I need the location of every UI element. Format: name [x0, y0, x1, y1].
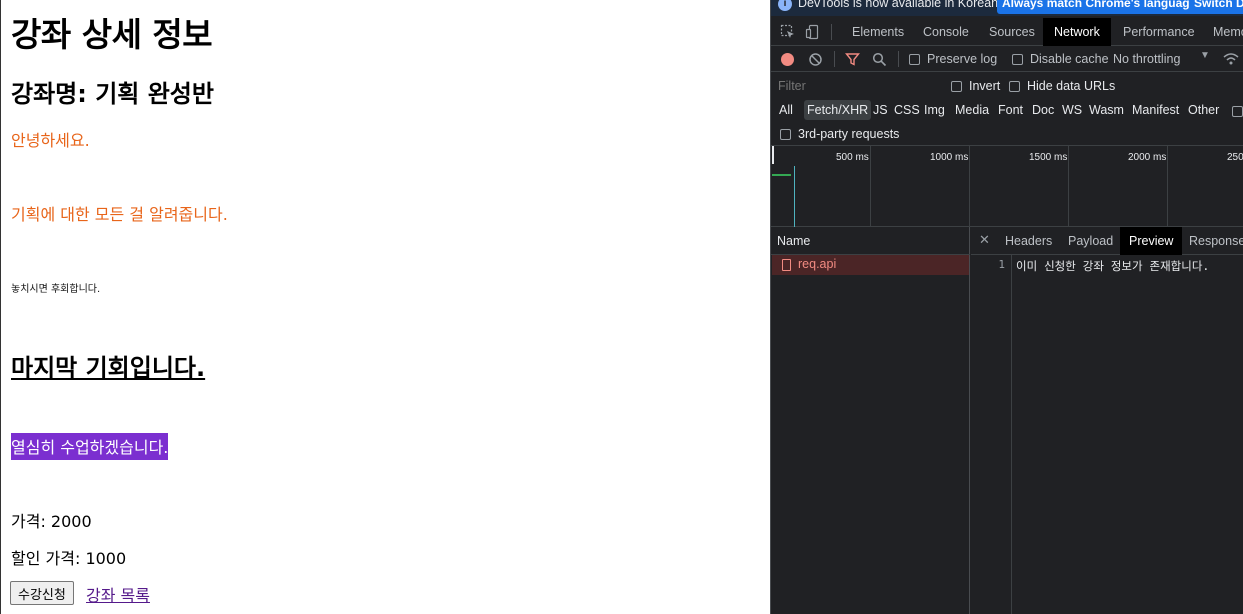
filter-type-img[interactable]: Img [921, 100, 948, 120]
tab-response[interactable]: Response [1180, 227, 1243, 255]
discount-price-text: 할인 가격: 1000 [11, 549, 127, 568]
intro-text: 기획에 대한 모든 걸 알려줍니다. [11, 205, 228, 224]
filter-type-ws[interactable]: WS [1059, 100, 1085, 120]
filter-icon[interactable] [845, 52, 860, 67]
divider [831, 24, 832, 40]
disable-cache-checkbox[interactable] [1012, 52, 1023, 66]
filter-type-manifest[interactable]: Manifest [1129, 100, 1182, 120]
request-bar [772, 174, 791, 176]
page-title: 강좌 상세 정보 [11, 15, 213, 54]
divider [898, 51, 899, 67]
record-icon[interactable] [781, 53, 794, 66]
tab-headers[interactable]: Headers [996, 227, 1061, 255]
response-preview-text: 이미 신청한 강좌 정보가 존재합니다. [1016, 259, 1210, 273]
tick-label: 1000 ms [930, 152, 969, 163]
clear-icon[interactable] [808, 52, 823, 67]
devtools-panel: i DevTools is now available in Korean! A… [770, 0, 1243, 614]
timeline-cursor [772, 146, 774, 164]
third-party-checkbox[interactable] [780, 127, 791, 141]
tick-line [870, 146, 871, 227]
throttling-select[interactable]: No throttling [1113, 52, 1180, 66]
tick-label: 250 [1227, 152, 1243, 163]
invert-checkbox[interactable] [951, 79, 962, 93]
request-name: req.api [798, 257, 837, 271]
filter-type-doc[interactable]: Doc [1029, 100, 1057, 120]
blocked-requests-checkbox[interactable] [1232, 104, 1243, 118]
greeting-text: 안녕하세요. [11, 131, 90, 150]
infobar-message: DevTools is now available in Korean! [798, 0, 1002, 10]
line-number-gutter: 1 [971, 255, 1012, 614]
tick-line [969, 146, 970, 227]
preserve-log-checkbox[interactable] [909, 52, 920, 66]
network-timeline[interactable]: 500 ms 1000 ms 1500 ms 2000 ms 250 [771, 146, 1243, 227]
filter-bar: Invert Hide data URLs All Fetch/XHR JS C… [771, 72, 1243, 146]
dom-content-loaded-marker [794, 166, 795, 227]
always-match-language-button[interactable]: Always match Chrome's language [997, 0, 1202, 14]
detail-tabbar: ✕ Headers Payload Preview Response [971, 227, 1243, 255]
hide-data-urls-checkbox[interactable] [1009, 79, 1020, 93]
devtools-tabbar: Elements Console Sources Network Perform… [771, 18, 1243, 46]
document-icon [782, 259, 791, 271]
search-icon[interactable] [872, 52, 887, 67]
invert-label: Invert [969, 79, 1001, 93]
highlight-text: 열심히 수업하겠습니다. [11, 433, 169, 460]
tab-memory[interactable]: Memo [1202, 18, 1243, 46]
divider [834, 51, 835, 67]
filter-type-all[interactable]: All [776, 100, 796, 120]
hide-data-urls-label: Hide data URLs [1027, 79, 1116, 93]
filter-type-media[interactable]: Media [952, 100, 992, 120]
third-party-label: 3rd-party requests [798, 127, 900, 141]
tab-sources[interactable]: Sources [978, 18, 1046, 46]
tab-network[interactable]: Network [1043, 18, 1111, 46]
inspect-element-icon[interactable] [780, 24, 796, 40]
tab-preview[interactable]: Preview [1120, 227, 1183, 255]
tick-label: 2000 ms [1128, 152, 1167, 163]
course-title: 강좌명: 기획 완성반 [11, 80, 214, 108]
language-infobar: i DevTools is now available in Korean! A… [771, 0, 1243, 16]
network-toolbar: Preserve log Disable cache No throttling… [771, 46, 1243, 72]
tick-label: 1500 ms [1029, 152, 1068, 163]
filter-type-js[interactable]: JS [870, 100, 891, 120]
tab-performance[interactable]: Performance [1112, 18, 1206, 46]
enroll-button[interactable]: 수강신청 [10, 581, 74, 605]
filter-type-fetch-xhr[interactable]: Fetch/XHR [804, 100, 872, 120]
request-detail-panel: ✕ Headers Payload Preview Response 1 이미 … [971, 227, 1243, 614]
line-number: 1 [998, 258, 1005, 271]
filter-input[interactable] [775, 76, 939, 96]
small-note-text: 놓치시면 후회합니다. [11, 284, 101, 295]
tab-console[interactable]: Console [912, 18, 980, 46]
filter-type-other[interactable]: Other [1185, 100, 1222, 120]
filter-type-css[interactable]: CSS [891, 100, 923, 120]
tab-payload[interactable]: Payload [1059, 227, 1122, 255]
filter-type-font[interactable]: Font [995, 100, 1026, 120]
device-toolbar-icon[interactable] [805, 24, 821, 40]
tick-line [1068, 146, 1069, 227]
info-icon: i [778, 0, 792, 11]
tab-elements[interactable]: Elements [841, 18, 915, 46]
course-detail-page: 강좌 상세 정보 강좌명: 기획 완성반 안녕하세요. 기획에 대한 모든 걸 … [0, 0, 770, 614]
course-list-link[interactable]: 강좌 목록 [86, 582, 150, 606]
tick-label: 500 ms [836, 152, 869, 163]
request-row[interactable]: req.api [772, 255, 969, 275]
price-text: 가격: 2000 [11, 512, 92, 531]
preserve-log-label: Preserve log [927, 52, 998, 66]
tick-line [1167, 146, 1168, 227]
switch-language-button[interactable]: Switch De [1189, 0, 1243, 14]
disable-cache-label: Disable cache [1030, 52, 1109, 66]
filter-type-wasm[interactable]: Wasm [1086, 100, 1127, 120]
close-icon[interactable]: ✕ [979, 232, 990, 248]
name-column-header[interactable]: Name [771, 227, 970, 255]
request-list: Name req.api [771, 227, 970, 614]
network-conditions-icon[interactable] [1222, 52, 1240, 66]
last-chance-heading: 마지막 기회입니다. [11, 354, 206, 382]
chevron-down-icon[interactable]: ▼ [1200, 50, 1210, 61]
